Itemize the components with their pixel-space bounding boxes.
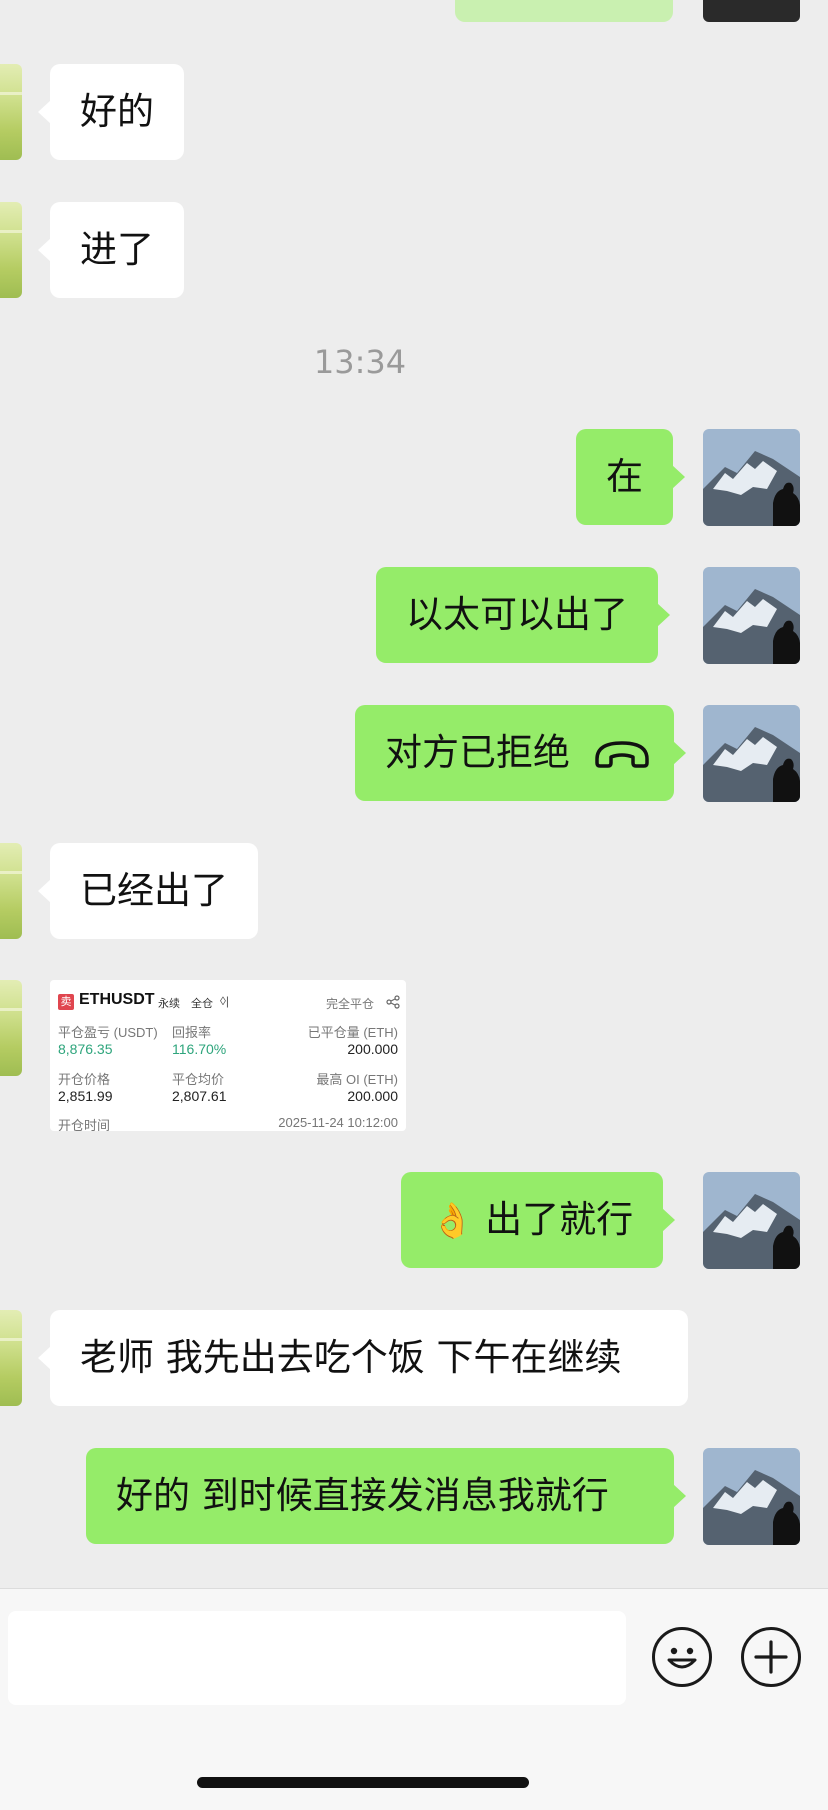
close-pnl-value: 8,876.35: [58, 1041, 113, 1057]
call-declined-bubble[interactable]: 对方已拒绝: [355, 705, 686, 801]
message-text: 老师 我先出去吃个饭 下午在继续: [80, 1336, 622, 1379]
cross-margin-tag: 全仓: [191, 998, 213, 1010]
mountain-avatar-image: [703, 567, 800, 664]
home-indicator: [197, 1777, 529, 1788]
hang-up-phone-icon: [595, 741, 649, 768]
trade-screenshot-image[interactable]: 卖 ETHUSDT 永续 全仓 ◊| 完全平仓 平仓盈亏 (USDT) 8,87…: [50, 980, 406, 1131]
message-text: 出了就行: [485, 1198, 634, 1241]
closed-qty-value: 200.000: [347, 1041, 398, 1057]
contact-avatar[interactable]: [0, 980, 22, 1076]
more-functions-button[interactable]: [741, 1627, 801, 1687]
message-bubble-received[interactable]: 进了: [38, 202, 184, 298]
message-text: 以太可以出了: [406, 593, 628, 636]
open-price-value: 2,851.99: [58, 1088, 113, 1104]
self-avatar[interactable]: [703, 705, 800, 802]
message-bubble-sent[interactable]: 在: [576, 429, 685, 525]
closed-qty-label: 已平仓量 (ETH): [307, 1025, 398, 1040]
chat-timestamp: 13:34: [313, 343, 407, 381]
self-avatar[interactable]: [703, 567, 800, 664]
plus-icon: [754, 1640, 788, 1674]
self-avatar[interactable]: [703, 1448, 800, 1545]
mountain-avatar-image: [703, 705, 800, 802]
trade-status: 完全平仓: [326, 997, 375, 1011]
close-time-label: 开仓时间: [58, 1118, 111, 1131]
message-bubble-sent[interactable]: 👌 出了就行: [401, 1172, 676, 1268]
contact-avatar[interactable]: [0, 1310, 22, 1406]
close-avg-label: 平仓均价: [172, 1072, 225, 1087]
self-avatar[interactable]: [703, 1172, 800, 1269]
smiley-icon: [667, 1647, 697, 1669]
contact-avatar[interactable]: [0, 64, 22, 160]
close-pnl-label: 平仓盈亏 (USDT): [58, 1025, 158, 1040]
message-text: 进了: [80, 228, 154, 271]
message-bubble-sent[interactable]: 好的 到时候直接发消息我就行: [86, 1448, 686, 1544]
mountain-avatar-image: [703, 1172, 800, 1269]
perpetual-tag: 永续: [158, 998, 180, 1010]
mountain-avatar-image: [703, 429, 800, 526]
roi-label: 回报率: [172, 1025, 212, 1040]
message-text: 好的: [80, 90, 154, 133]
message-text: 在: [606, 455, 643, 498]
close-avg-value: 2,807.61: [172, 1088, 227, 1104]
message-text: 好的 到时候直接发消息我就行: [116, 1474, 609, 1517]
contact-avatar[interactable]: [0, 843, 22, 939]
message-text: 已经出了: [80, 869, 228, 912]
max-oi-value: 200.000: [347, 1088, 398, 1104]
partial-bubble-top: [455, 0, 673, 22]
message-text: 对方已拒绝: [385, 731, 570, 774]
ok-hand-emoji: 👌: [431, 1201, 474, 1241]
partial-avatar-top: [703, 0, 800, 22]
message-input[interactable]: [8, 1611, 626, 1705]
open-price-label: 开仓价格: [58, 1072, 111, 1087]
message-bubble-received[interactable]: 好的: [38, 64, 184, 160]
leverage-icon: ◊|: [220, 994, 230, 1008]
roi-value: 116.70%: [172, 1041, 227, 1057]
self-avatar[interactable]: [703, 429, 800, 526]
max-oi-label: 最高 OI (ETH): [316, 1072, 398, 1087]
mountain-avatar-image: [703, 1448, 800, 1545]
message-bubble-received[interactable]: 已经出了: [38, 843, 258, 939]
message-bubble-sent[interactable]: 以太可以出了: [376, 567, 670, 663]
message-bubble-received[interactable]: 老师 我先出去吃个饭 下午在继续: [38, 1310, 688, 1406]
contact-avatar[interactable]: [0, 202, 22, 298]
sell-badge: 卖: [58, 994, 74, 1010]
share-icon: [386, 995, 400, 1009]
emoji-button[interactable]: [652, 1627, 712, 1687]
close-time-value: 2025-11-24 10:12:00: [278, 1115, 398, 1130]
chat-input-bar: [0, 1588, 828, 1810]
trade-symbol: ETHUSDT: [79, 991, 155, 1008]
